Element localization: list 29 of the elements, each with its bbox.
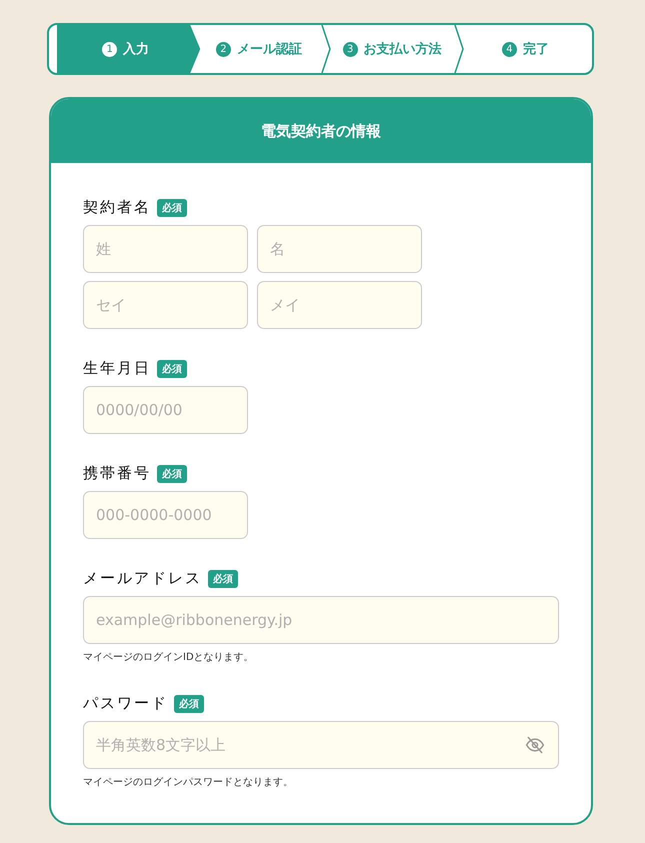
eye-slash-icon[interactable] bbox=[525, 735, 545, 755]
step-label: メール認証 bbox=[236, 41, 302, 58]
card-title: 電気契約者の情報 bbox=[261, 122, 381, 140]
input-field[interactable]: example@ribbonenergy.jp bbox=[83, 596, 559, 644]
input-field[interactable]: 名 bbox=[257, 225, 422, 273]
input-field[interactable]: 半角英数8文字以上 bbox=[83, 721, 559, 769]
step-number: 3 bbox=[342, 42, 358, 56]
field-label: メールアドレス bbox=[83, 569, 202, 588]
input-field[interactable]: メイ bbox=[257, 281, 422, 329]
input-field[interactable]: セイ bbox=[83, 281, 248, 329]
step-label: 完了 bbox=[522, 40, 549, 58]
step-label: 入力 bbox=[123, 40, 150, 58]
hint-text: マイページのログインIDとなります。 bbox=[83, 651, 255, 664]
field-label: 携帯番号 bbox=[83, 464, 151, 483]
required-badge: 必須 bbox=[157, 464, 187, 482]
required-badge: 必須 bbox=[208, 570, 238, 588]
field-label: パスワード bbox=[83, 694, 168, 713]
input-field[interactable]: 000-0000-0000 bbox=[83, 491, 248, 539]
hint-text: マイページのログインパスワードとなります。 bbox=[83, 776, 294, 789]
required-badge: 必須 bbox=[174, 694, 204, 712]
step-number: 2 bbox=[216, 42, 231, 56]
step-number: 4 bbox=[502, 42, 517, 56]
required-badge: 必須 bbox=[157, 360, 187, 378]
field-label: 生年月日 bbox=[83, 359, 151, 378]
step-label: お支払い方法 bbox=[364, 40, 442, 58]
field-label: 契約者名 bbox=[83, 198, 151, 217]
required-badge: 必須 bbox=[157, 198, 187, 216]
input-field[interactable]: 姓 bbox=[83, 225, 248, 273]
input-field[interactable]: 0000/00/00 bbox=[83, 386, 248, 434]
